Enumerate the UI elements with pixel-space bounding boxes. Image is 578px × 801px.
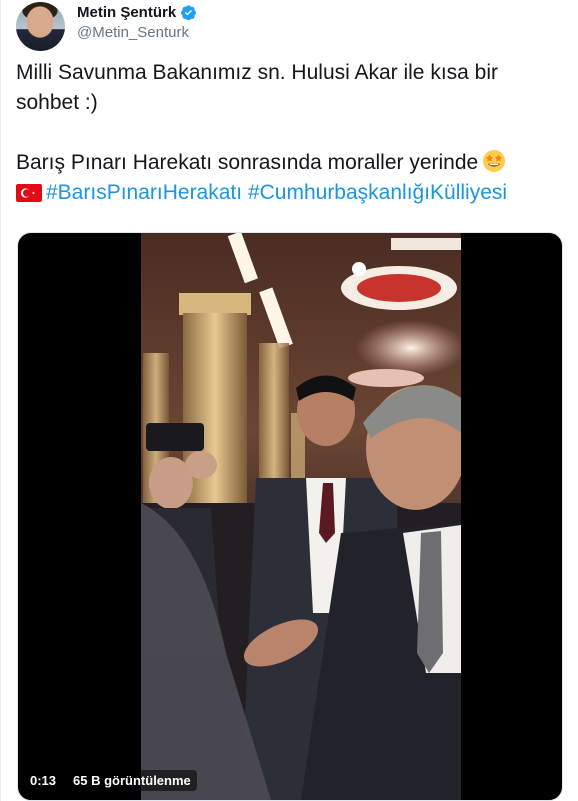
hashtag-link-1[interactable]: #BarısPınarıHerakatı (46, 181, 242, 204)
tweet-line-2: Barış Pınarı Harekatı sonrasında moralle… (16, 148, 564, 178)
video-duration: 0:13 (24, 770, 63, 791)
video-player[interactable]: 0:13 65 B görüntülenme (17, 232, 563, 801)
tweet-text: Milli Savunma Bakanımız sn. Hulusi Akar … (16, 58, 564, 208)
video-view-count: 65 B görüntülenme (67, 770, 197, 791)
author-name[interactable]: Metin Şentürk (77, 4, 176, 21)
tweet-line-2-text: Barış Pınarı Harekatı sonrasında moralle… (16, 151, 479, 174)
video-frame[interactable] (141, 233, 461, 800)
timeline-border (0, 0, 1, 801)
tweet-line-1: Milli Savunma Bakanımız sn. Hulusi Akar … (16, 61, 499, 114)
video-still-image (141, 233, 461, 800)
author-handle[interactable]: @Metin_Senturk (77, 24, 189, 41)
hashtag-link-2[interactable]: #CumhurbaşkanlığıKülliyesi (248, 181, 507, 204)
star-struck-emoji-icon (483, 150, 506, 172)
author-name-row[interactable]: Metin Şentürk (77, 4, 197, 21)
avatar[interactable] (16, 2, 65, 51)
hashtag-line: #BarısPınarıHerakatı #CumhurbaşkanlığıKü… (16, 178, 564, 208)
video-info-overlay: 0:13 65 B görüntülenme (24, 770, 197, 791)
turkey-flag-icon (16, 184, 42, 202)
verified-badge-icon (181, 5, 197, 21)
